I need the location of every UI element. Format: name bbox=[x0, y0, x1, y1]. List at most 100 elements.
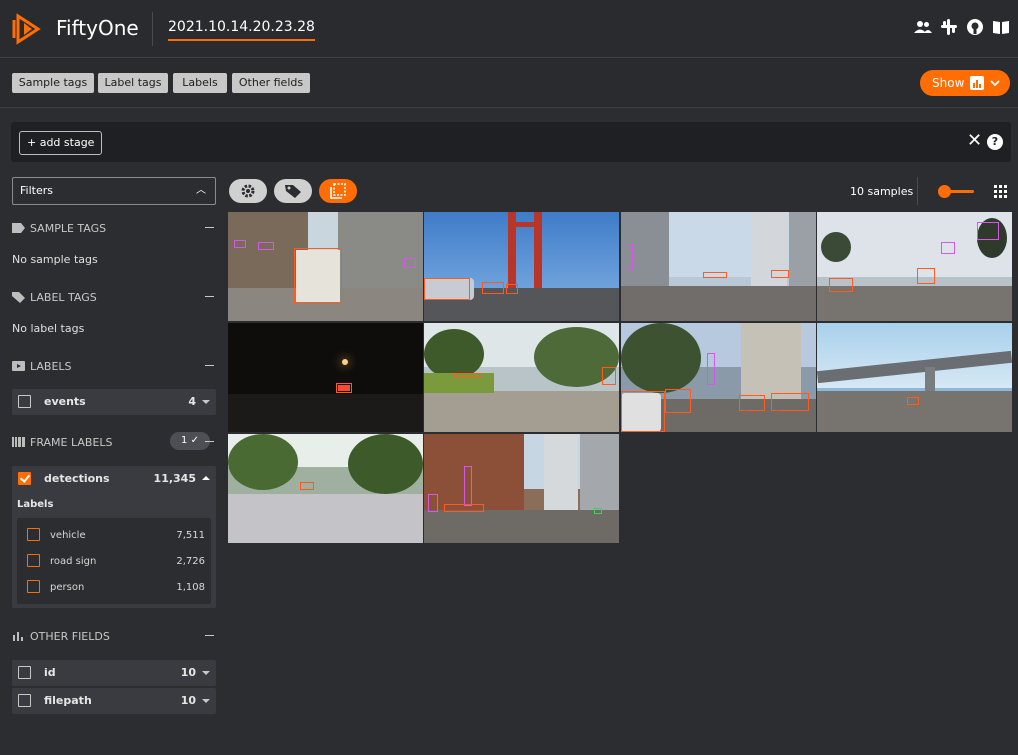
label-tag-icon bbox=[12, 291, 25, 303]
collapse-icon[interactable] bbox=[205, 296, 214, 297]
labels-subheader: Labels bbox=[17, 499, 54, 510]
field-checkbox[interactable] bbox=[18, 666, 31, 679]
selected-count-badge[interactable]: 1 ✓ bbox=[170, 432, 210, 450]
class-list: vehicle 7,511 road sign 2,726 person 1,1… bbox=[17, 518, 211, 604]
tag-icon bbox=[12, 223, 25, 233]
field-count: 4 bbox=[188, 395, 196, 408]
label-tags-header[interactable]: LABEL TAGS bbox=[12, 287, 216, 307]
docs-icon[interactable] bbox=[992, 18, 1010, 36]
sample-tile[interactable] bbox=[424, 434, 619, 543]
class-name: vehicle bbox=[50, 530, 86, 541]
expand-caret-icon[interactable] bbox=[202, 699, 210, 703]
show-button[interactable]: Show bbox=[920, 70, 1010, 96]
field-count: 11,345 bbox=[153, 472, 196, 485]
sample-tile[interactable] bbox=[228, 434, 423, 543]
grid-view-icon[interactable] bbox=[994, 185, 1007, 198]
tab-other-fields[interactable]: Other fields bbox=[232, 73, 310, 93]
collapse-icon[interactable] bbox=[205, 227, 214, 228]
dataset-selector[interactable]: 2021.10.14.20.23.28 bbox=[168, 19, 315, 41]
other-fields-header[interactable]: OTHER FIELDS bbox=[12, 626, 216, 646]
sample-tile[interactable] bbox=[228, 212, 423, 321]
sample-tile[interactable] bbox=[424, 323, 619, 432]
collapse-icon[interactable] bbox=[205, 365, 214, 366]
zoom-slider[interactable] bbox=[938, 185, 974, 198]
frame-labels-title: FRAME LABELS bbox=[30, 435, 113, 449]
filters-label: Filters bbox=[20, 184, 53, 197]
expand-caret-icon[interactable] bbox=[202, 671, 210, 675]
bar-chart-icon bbox=[13, 632, 23, 641]
collapse-caret-icon[interactable] bbox=[202, 476, 210, 480]
sample-tile[interactable] bbox=[228, 323, 423, 432]
team-icon[interactable] bbox=[914, 18, 932, 36]
sample-tags-title: SAMPLE TAGS bbox=[30, 221, 107, 235]
help-icon[interactable]: ? bbox=[987, 134, 1003, 150]
other-field-row[interactable]: id 10 bbox=[12, 660, 216, 686]
sample-tile[interactable] bbox=[817, 323, 1012, 432]
sample-tile[interactable] bbox=[621, 323, 816, 432]
class-checkbox[interactable] bbox=[27, 554, 40, 567]
class-checkbox[interactable] bbox=[27, 528, 40, 541]
class-row[interactable]: road sign 2,726 bbox=[17, 548, 211, 574]
labels-header[interactable]: LABELS bbox=[12, 356, 216, 376]
sample-tile[interactable] bbox=[817, 212, 1012, 321]
chevron-up-icon: ︿ bbox=[196, 185, 206, 196]
field-count: 10 bbox=[180, 666, 196, 679]
expand-caret-icon[interactable] bbox=[202, 400, 210, 404]
label-field-row[interactable]: events 4 bbox=[12, 389, 216, 415]
chevron-down-icon bbox=[990, 80, 1001, 87]
field-count: 10 bbox=[180, 694, 196, 707]
top-header: FiftyOne 2021.10.14.20.23.28 bbox=[0, 0, 1018, 58]
field-name: filepath bbox=[44, 694, 92, 707]
collapse-icon[interactable] bbox=[205, 635, 214, 636]
label-tags-title: LABEL TAGS bbox=[30, 290, 97, 304]
video-label-icon bbox=[12, 361, 25, 371]
field-checkbox[interactable] bbox=[18, 694, 31, 707]
slack-icon[interactable] bbox=[940, 18, 958, 36]
detections-panel: detections 11,345 Labels vehicle 7,511 r… bbox=[12, 466, 216, 608]
other-field-row[interactable]: filepath 10 bbox=[12, 688, 216, 714]
class-row[interactable]: vehicle 7,511 bbox=[17, 522, 211, 548]
tag-icon bbox=[285, 185, 301, 198]
controls-divider bbox=[917, 177, 918, 205]
sample-tile[interactable] bbox=[621, 212, 816, 321]
tab-labels[interactable]: Labels bbox=[173, 73, 227, 93]
class-row[interactable]: person 1,108 bbox=[17, 574, 211, 600]
frame-icon bbox=[12, 437, 25, 447]
class-count: 1,108 bbox=[176, 582, 205, 593]
labels-title: LABELS bbox=[30, 359, 72, 373]
field-checkbox-checked[interactable] bbox=[18, 472, 31, 485]
field-name: id bbox=[44, 666, 56, 679]
settings-button[interactable] bbox=[229, 179, 267, 203]
select-patches-button[interactable] bbox=[319, 179, 357, 203]
close-icon[interactable]: ✕ bbox=[967, 132, 982, 150]
sample-tile[interactable] bbox=[424, 212, 619, 321]
show-button-label: Show bbox=[932, 76, 965, 90]
detections-field-row[interactable]: detections 11,345 bbox=[12, 466, 216, 492]
header-icon-group bbox=[914, 18, 1010, 36]
sample-tags-empty: No sample tags bbox=[12, 253, 98, 266]
patches-icon bbox=[330, 183, 346, 199]
github-icon[interactable] bbox=[966, 18, 984, 36]
other-fields-title: OTHER FIELDS bbox=[30, 629, 110, 643]
slider-knob[interactable] bbox=[938, 185, 951, 198]
app-name: FiftyOne bbox=[56, 16, 139, 40]
sample-tags-header[interactable]: SAMPLE TAGS bbox=[12, 218, 216, 238]
header-divider bbox=[152, 12, 153, 46]
fiftyone-logo-icon[interactable] bbox=[12, 12, 46, 46]
filters-dropdown[interactable]: Filters ︿ bbox=[12, 177, 216, 205]
sample-count: 10 samples bbox=[850, 185, 914, 198]
tag-samples-button[interactable] bbox=[274, 179, 312, 203]
tab-label-tags[interactable]: Label tags bbox=[98, 73, 168, 93]
class-checkbox[interactable] bbox=[27, 580, 40, 593]
tab-sample-tags[interactable]: Sample tags bbox=[12, 73, 94, 93]
view-stage-bar: + add stage ✕ ? bbox=[11, 122, 1011, 162]
label-tags-empty: No label tags bbox=[12, 322, 85, 335]
frame-labels-header[interactable]: FRAME LABELS 1 ✓ bbox=[12, 432, 216, 452]
class-name: person bbox=[50, 582, 85, 593]
field-checkbox[interactable] bbox=[18, 395, 31, 408]
class-count: 7,511 bbox=[176, 530, 205, 541]
collapse-icon[interactable] bbox=[205, 441, 214, 442]
add-stage-button[interactable]: + add stage bbox=[19, 131, 103, 155]
class-count: 2,726 bbox=[176, 556, 205, 567]
gear-icon bbox=[241, 184, 255, 198]
